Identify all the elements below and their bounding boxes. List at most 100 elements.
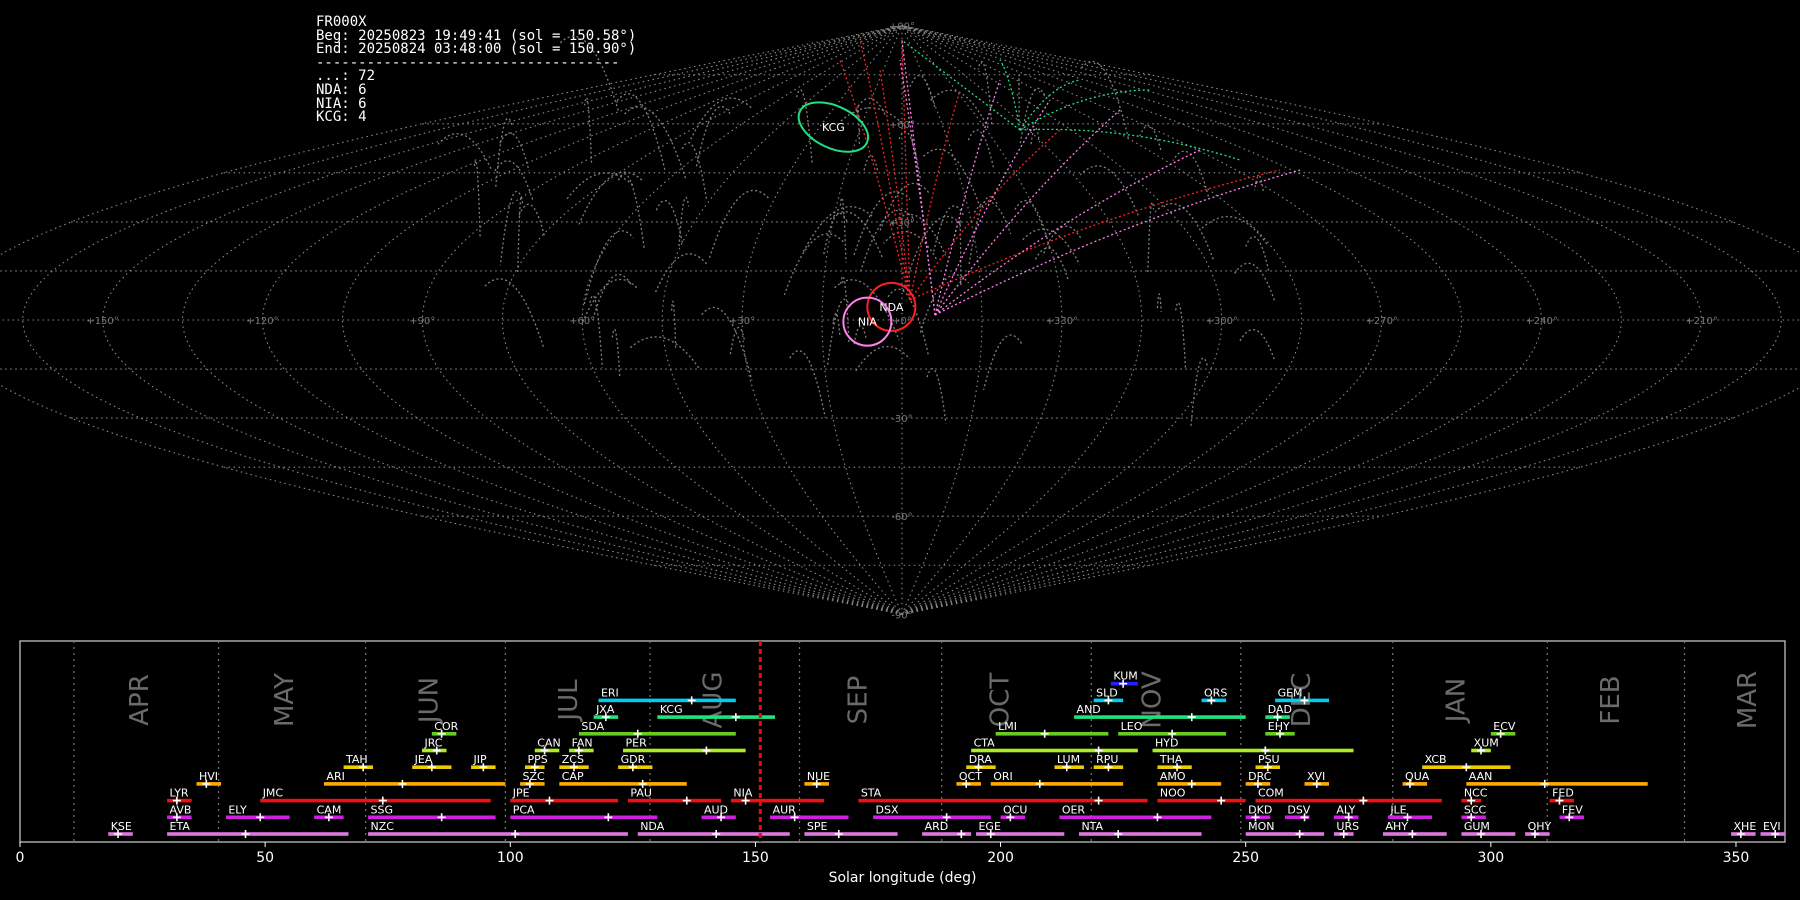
sporadic-trace (578, 171, 644, 225)
shower-label: COR (434, 720, 458, 733)
shower-label: XVI (1307, 770, 1325, 783)
x-axis-tick-label: 200 (987, 850, 1014, 866)
sporadic-trace (863, 154, 879, 172)
sporadic-trace (1172, 150, 1210, 197)
sporadic-trace (922, 148, 981, 208)
sporadic-trace (495, 117, 513, 187)
map-grid: +180°+150°+120°+90°+60°+30°+0°+330°+300°… (0, 22, 1800, 621)
shower-label: NDA (640, 820, 665, 833)
shower-trace (879, 69, 911, 301)
shower-label: AHY (1385, 820, 1408, 833)
shower-label: PCA (513, 803, 535, 816)
shower-label: EGE (978, 820, 1000, 833)
longitude-tick-label: +240° (1525, 316, 1557, 327)
sporadic-trace (629, 336, 700, 369)
x-axis-tick-label: 50 (256, 850, 274, 866)
shower-label: CAN (537, 737, 560, 750)
longitude-tick-label: +300° (1206, 316, 1238, 327)
sporadic-trace (1138, 125, 1162, 151)
shower-label: DRC (1248, 770, 1272, 783)
shower-trace (1019, 79, 1081, 131)
shower-label: LYR (170, 787, 189, 800)
sporadic-trace (670, 300, 677, 348)
shower-label: EVI (1763, 820, 1781, 833)
shower-label: JXA (595, 703, 615, 716)
latitude-tick-label: -60° (891, 512, 912, 523)
sporadic-trace (654, 253, 708, 294)
longitude-tick-label: +210° (1685, 316, 1717, 327)
shower-label: XHE (1734, 820, 1757, 833)
sporadic-trace (1244, 236, 1270, 271)
calendar-frame (19, 640, 1786, 843)
sporadic-trace (473, 159, 481, 237)
sporadic-trace (499, 190, 523, 266)
shower-label: AND (1077, 703, 1101, 716)
month-label: SEP (843, 676, 873, 725)
shower-label: KUM (1113, 670, 1137, 683)
shower-label: ZCS (562, 753, 584, 766)
shower-label: JIP (473, 753, 487, 766)
radiant-sky-map: +180°+150°+120°+90°+60°+30°+0°+330°+300°… (0, 22, 1800, 621)
shower-label: NUE (807, 770, 830, 783)
x-axis-tick-label: 300 (1477, 850, 1504, 866)
shower-label: GUM (1464, 820, 1490, 833)
month-label: JAN (1442, 678, 1472, 724)
shower-label: ORI (993, 770, 1013, 783)
month-label: FEB (1596, 675, 1626, 724)
sporadic-trace (839, 197, 847, 263)
shower-label: PAU (630, 787, 652, 800)
shower-label: RPU (1096, 753, 1118, 766)
sporadic-trace (583, 230, 635, 305)
shower-label: COM (1258, 787, 1284, 800)
sporadic-trace (1042, 225, 1082, 256)
sporadic-trace (655, 199, 684, 244)
shower-trace (901, 40, 936, 316)
shower-label: AAN (1469, 770, 1493, 783)
shower-label: OCT (959, 770, 982, 783)
shower-trace (1019, 89, 1151, 131)
shower-trace (934, 99, 1051, 316)
shower-label: CAP (562, 770, 584, 783)
shower-label: SDA (581, 720, 604, 733)
shower-trace (839, 59, 911, 301)
shower-label: GEM (1278, 686, 1303, 699)
sporadic-trace (583, 97, 593, 163)
shower-label: PPS (527, 753, 547, 766)
shower-label: JMC (262, 787, 284, 800)
shower-label: OCU (1003, 803, 1027, 816)
shower-trace (934, 169, 1301, 316)
longitude-tick-label: +270° (1365, 316, 1397, 327)
shower-label: TAH (345, 753, 368, 766)
shower-label: QUA (1405, 770, 1430, 783)
sporadic-trace (1156, 293, 1162, 312)
latitude-tick-label: -90° (891, 610, 912, 621)
radiant-label: KCG (822, 121, 845, 134)
shower-label: ECV (1493, 720, 1516, 733)
sporadic-trace (680, 142, 708, 199)
shower-label: ELY (228, 803, 247, 816)
sporadic-trace (1234, 262, 1276, 303)
longitude-tick-label: +120° (246, 316, 278, 327)
sporadic-trace (1014, 199, 1051, 250)
x-axis-tick-label: 250 (1232, 850, 1259, 866)
sporadic-trace (1190, 357, 1208, 428)
sporadic-trace (708, 189, 769, 258)
sporadic-trace (695, 106, 732, 167)
meridian-line (901, 25, 1800, 615)
sporadic-trace (783, 233, 844, 296)
shower-trace (901, 40, 911, 301)
shower-label: OER (1062, 803, 1086, 816)
longitude-tick-label: +90° (409, 316, 435, 327)
shower-trace (934, 109, 1121, 316)
meridian-line (901, 25, 1303, 615)
shower-activity-bar (858, 798, 1148, 803)
shower-label: FEV (1562, 803, 1583, 816)
sporadic-trace (1175, 302, 1187, 369)
sporadic-trace (559, 35, 619, 111)
shower-label: THA (1159, 753, 1183, 766)
x-axis-tick-label: 0 (16, 850, 25, 866)
shower-label: FAN (572, 737, 593, 750)
shower-label: XCB (1425, 753, 1447, 766)
shower-label: JLE (1389, 803, 1406, 816)
sporadic-trace (795, 89, 813, 163)
